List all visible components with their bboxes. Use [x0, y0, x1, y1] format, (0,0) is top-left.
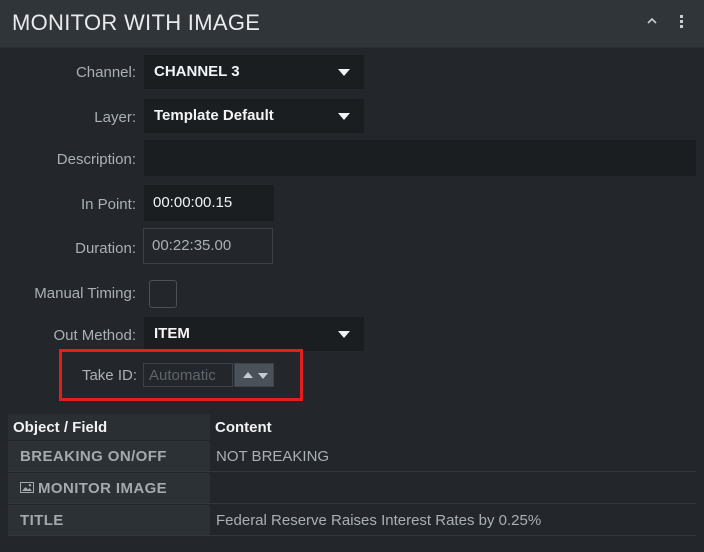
description-input[interactable] [144, 140, 696, 176]
image-icon [20, 482, 34, 493]
layer-dropdown[interactable]: Template Default [144, 99, 364, 133]
out-method-label: Out Method: [53, 327, 136, 344]
spinner-down-icon[interactable] [258, 373, 268, 379]
layer-value: Template Default [154, 107, 274, 124]
take-id-label: Take ID: [81, 367, 137, 384]
chevron-up-icon[interactable] [645, 14, 659, 28]
manual-timing-checkbox[interactable] [149, 280, 177, 308]
duration-value: 00:22:35.00 [152, 237, 232, 254]
panel-header: MONITOR WITH IMAGE [0, 0, 704, 48]
manual-timing-label: Manual Timing: [34, 285, 136, 302]
take-id-input[interactable]: Automatic [143, 363, 233, 387]
take-id-spinner[interactable] [234, 363, 274, 387]
field-name-cell: TITLE [8, 505, 210, 535]
channel-dropdown[interactable]: CHANNEL 3 [144, 55, 364, 89]
panel-title: MONITOR WITH IMAGE [12, 10, 261, 35]
table-header: Object / Field Content [8, 414, 696, 440]
header-object-field-cell: Object / Field [8, 414, 210, 440]
out-method-dropdown[interactable]: ITEM [144, 317, 364, 351]
caret-down-icon [338, 331, 350, 338]
in-point-value: 00:00:00.15 [153, 194, 233, 211]
field-content: NOT BREAKING [216, 448, 330, 465]
table-row[interactable]: TITLE Federal Reserve Raises Interest Ra… [8, 505, 696, 536]
out-method-value: ITEM [154, 325, 190, 342]
table-row[interactable]: BREAKING ON/OFF NOT BREAKING [8, 441, 696, 472]
channel-label: Channel: [75, 64, 136, 81]
field-name-cell: MONITOR IMAGE [8, 473, 210, 503]
layer-label: Layer: [94, 109, 136, 126]
header-content-cell: Content [211, 414, 696, 440]
spinner-up-icon[interactable] [243, 372, 253, 378]
in-point-input[interactable]: 00:00:00.15 [144, 185, 274, 221]
field-content-cell[interactable]: NOT BREAKING [211, 441, 696, 471]
duration-field: 00:22:35.00 [143, 228, 273, 264]
field-content-cell[interactable]: Federal Reserve Raises Interest Rates by… [211, 505, 696, 535]
monitor-with-image-panel: MONITOR WITH IMAGE Channel: CHANNEL 3 La… [0, 0, 704, 552]
caret-down-icon [338, 113, 350, 120]
description-label: Description: [56, 151, 136, 168]
header-content: Content [215, 419, 272, 436]
field-content: Federal Reserve Raises Interest Rates by… [216, 512, 542, 529]
vertical-ellipsis-icon[interactable] [676, 13, 686, 33]
take-id-placeholder: Automatic [149, 367, 216, 384]
field-name-cell: BREAKING ON/OFF [8, 441, 210, 471]
field-content-cell[interactable] [211, 473, 696, 503]
field-name: BREAKING ON/OFF [20, 448, 167, 465]
field-name: MONITOR IMAGE [38, 480, 168, 497]
duration-label: Duration: [75, 240, 136, 257]
header-object-field: Object / Field [13, 419, 108, 436]
caret-down-icon [338, 69, 350, 76]
channel-value: CHANNEL 3 [154, 63, 240, 80]
table-row[interactable]: MONITOR IMAGE [8, 473, 696, 504]
in-point-label: In Point: [80, 196, 136, 213]
field-name: TITLE [20, 512, 64, 529]
